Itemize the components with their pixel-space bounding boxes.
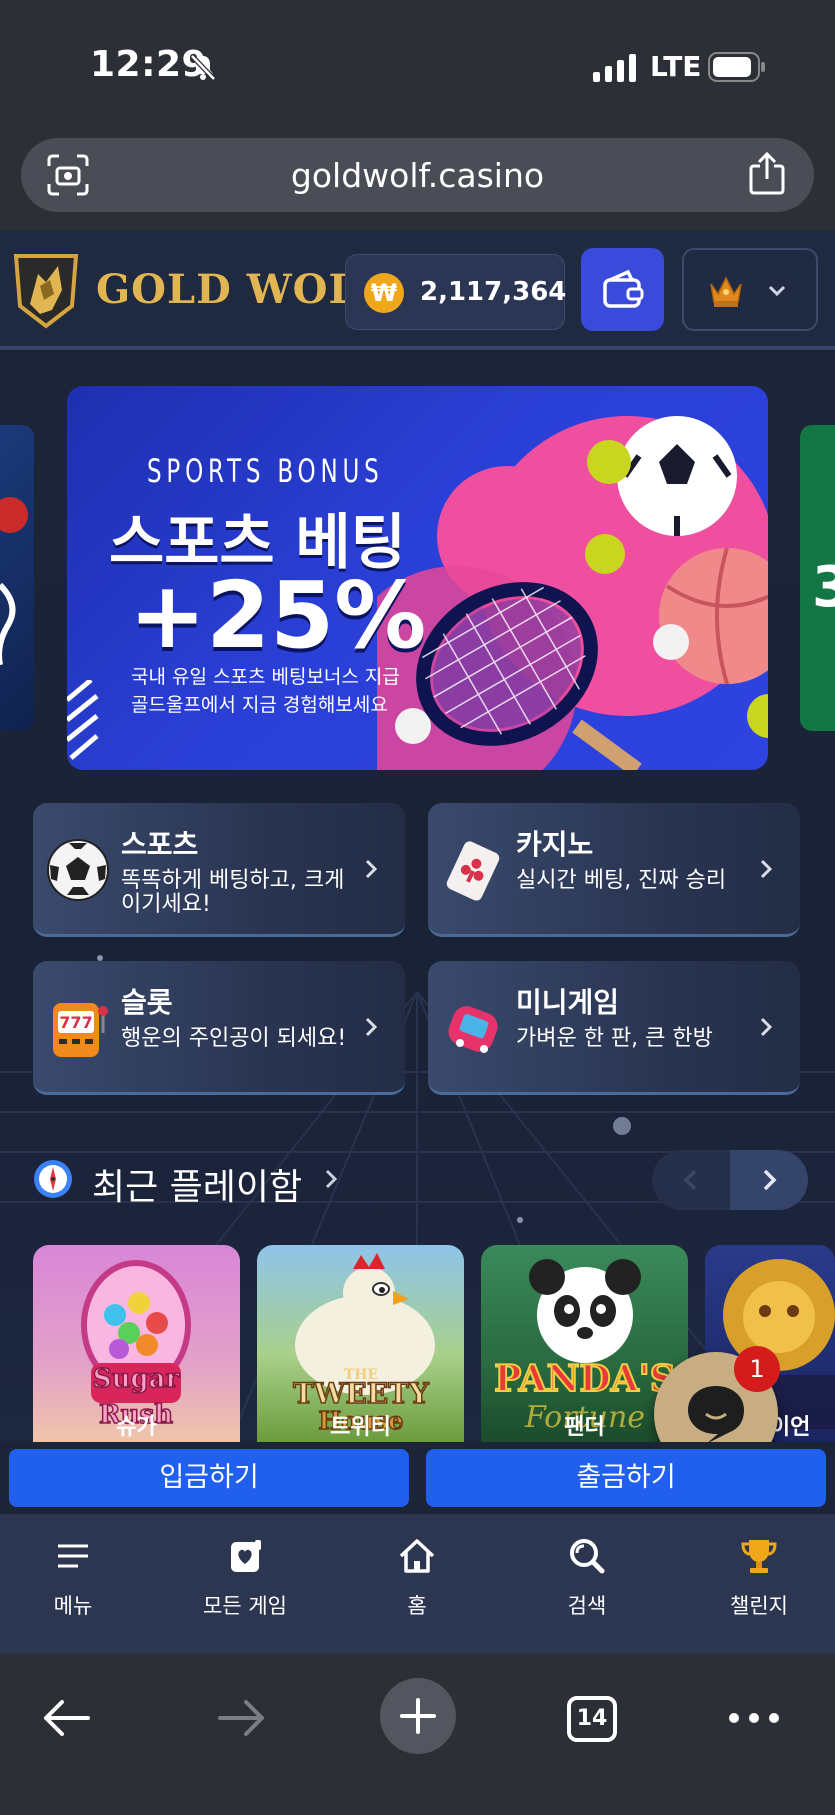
nav-challenge[interactable]: 챌린지 [694, 1536, 824, 1636]
status-bar: 12:29 LTE [0, 0, 835, 130]
nav-label: 메뉴 [53, 1594, 93, 1618]
svg-text:777: 777 [59, 1013, 92, 1032]
banner-percent: +25% [129, 562, 427, 669]
sports-bonus-banner[interactable]: SPORTS BONUS 스포츠 베팅 +25% 국내 유일 스포츠 베팅보너스… [67, 386, 768, 770]
chevron-right-icon [365, 859, 378, 879]
banner-eyebrow: SPORTS BONUS [147, 452, 384, 490]
next-banner-peek[interactable]: 3 [800, 425, 835, 731]
nav-search[interactable]: 검색 [522, 1536, 652, 1636]
brand-name[interactable]: GOLD WOLF [96, 266, 387, 313]
nav-label: 홈 [407, 1594, 427, 1618]
stripe-decoration [67, 680, 99, 760]
home-icon [399, 1539, 435, 1573]
banner-subtitle-line1: 국내 유일 스포츠 베팅보너스 지급 [131, 666, 400, 688]
menu-icon [58, 1544, 88, 1568]
bottom-navigation: 메뉴 모든 게임 홈 검색 챌린지 [0, 1514, 835, 1654]
sports-balls-illustration [377, 416, 768, 770]
chevron-right-icon[interactable] [324, 1168, 338, 1190]
browser-address-area: goldwolf.casino [0, 130, 835, 230]
tab-count-button[interactable]: 14 [567, 1696, 617, 1742]
plus-icon [400, 1698, 436, 1734]
category-card-slot[interactable]: 777 슬롯 행운의 주인공이 되세요! [33, 961, 405, 1095]
nav-label: 모든 게임 [203, 1594, 287, 1618]
nav-home[interactable]: 홈 [352, 1536, 482, 1636]
chevron-right-icon [760, 1017, 773, 1037]
game-tile-tweety-house[interactable]: THE TWEETY House 트위티 [257, 1245, 464, 1445]
recent-played-title[interactable]: 최근 플레이함 [92, 1158, 302, 1210]
chevron-down-icon [768, 285, 786, 297]
category-card-sports[interactable]: 스포츠 똑똑하게 베팅하고, 크게 이기세요! [33, 803, 405, 937]
chat-bubble-icon [688, 1386, 744, 1444]
nav-menu[interactable]: 메뉴 [8, 1536, 138, 1636]
carousel-next-button[interactable] [730, 1150, 808, 1210]
network-label: LTE [650, 50, 702, 83]
bell-muted-icon [190, 54, 216, 81]
signal-icon [593, 54, 636, 82]
category-card-minigame[interactable]: 미니게임 가벼운 한 판, 큰 한방 [428, 961, 800, 1095]
nav-label: 챌린지 [730, 1594, 788, 1618]
category-desc: 행운의 주인공이 되세요! [121, 1026, 347, 1051]
category-desc: 가벼운 한 판, 큰 한방 [516, 1026, 713, 1051]
chevron-right-icon [760, 859, 773, 879]
soccer-ball-icon [47, 839, 109, 901]
deposit-button[interactable]: 입금하기 [9, 1449, 409, 1507]
chevron-right-icon [763, 1169, 777, 1191]
site-header: GOLD WOLF ₩ 2,117,364 [0, 230, 835, 350]
wallet-button[interactable] [581, 248, 664, 331]
chevron-right-icon [365, 1017, 378, 1037]
withdraw-button[interactable]: 출금하기 [426, 1449, 826, 1507]
slot-machine-icon: 777 [53, 1003, 108, 1057]
prev-banner-peek[interactable] [0, 425, 34, 731]
trophy-icon [741, 1540, 777, 1573]
compass-icon [34, 1160, 72, 1198]
won-currency-icon: ₩ [364, 273, 404, 313]
more-icon[interactable] [728, 1710, 780, 1726]
game-tile-sugar-rush[interactable]: Sugar Rush 슈가 [33, 1245, 240, 1445]
quick-action-bar: 입금하기 출금하기 [0, 1442, 835, 1514]
category-title: 슬롯 [121, 986, 173, 1019]
url-text[interactable]: goldwolf.casino [21, 156, 814, 195]
svg-text:Sugar: Sugar [93, 1364, 180, 1394]
balance-display[interactable]: ₩ 2,117,364 [345, 254, 567, 330]
nav-all-games[interactable]: 모든 게임 [180, 1536, 310, 1636]
mini-game-icon [448, 1006, 498, 1053]
new-tab-button[interactable] [380, 1678, 456, 1754]
category-title: 스포츠 [121, 828, 199, 861]
card-icon [446, 841, 500, 901]
crown-icon [710, 276, 742, 307]
wallet-icon [603, 269, 644, 308]
category-title: 미니게임 [516, 986, 620, 1019]
battery-icon [708, 52, 765, 82]
category-title: 카지노 [516, 828, 594, 861]
game-label: 트위티 [330, 1415, 391, 1440]
svg-text:PANDA'S: PANDA'S [494, 1358, 675, 1400]
share-icon[interactable] [748, 152, 786, 196]
chevron-left-icon [683, 1169, 697, 1191]
banner-subtitle-line2: 골드울프에서 지금 경험해보세요 [131, 694, 388, 716]
category-card-casino[interactable]: 카지노 실시간 베팅, 진짜 승리 [428, 803, 800, 937]
account-level-dropdown[interactable] [682, 248, 818, 331]
address-bar[interactable]: goldwolf.casino [21, 138, 814, 212]
nav-label: 검색 [567, 1594, 607, 1618]
category-desc: 실시간 베팅, 진짜 승리 [516, 868, 727, 893]
balance-value: 2,117,364 [420, 277, 567, 307]
category-desc: 똑똑하게 베팅하고, 크게 이기세요! [121, 868, 345, 917]
game-label: 슈가 [116, 1415, 157, 1440]
games-icon [231, 1540, 261, 1572]
next-banner-text: 3 [812, 555, 835, 620]
browser-toolbar: 14 [0, 1654, 835, 1815]
chat-notification-badge: 1 [734, 1346, 780, 1392]
back-arrow-icon[interactable] [40, 1698, 92, 1738]
wolf-logo-icon[interactable] [10, 250, 82, 330]
forward-arrow-icon[interactable] [216, 1698, 268, 1738]
carousel-prev-button[interactable] [652, 1150, 730, 1210]
search-icon [570, 1539, 605, 1574]
